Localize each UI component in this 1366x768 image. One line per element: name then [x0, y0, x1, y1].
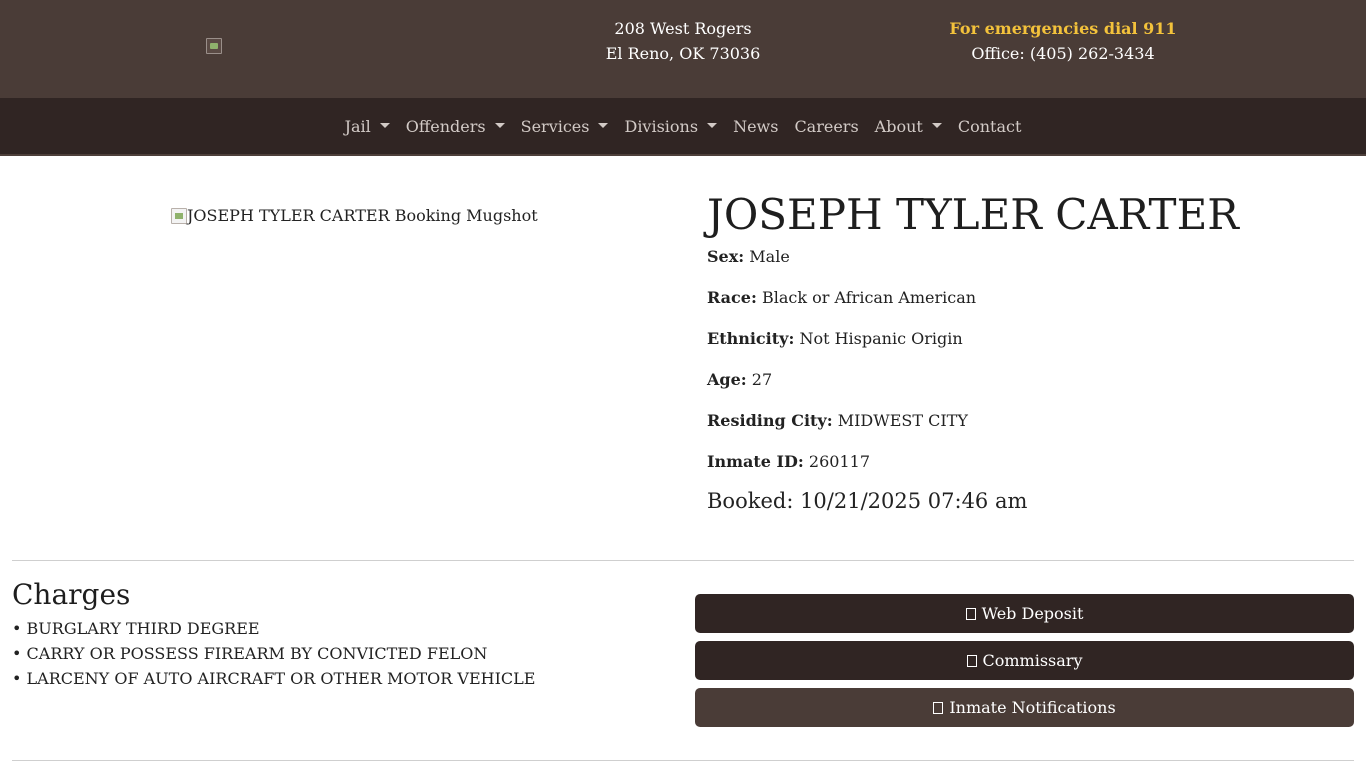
caret-down-icon [931, 122, 942, 128]
field-ethnicity: Ethnicity: Not Hispanic Origin [707, 329, 1347, 349]
nav-label: Jail [344, 116, 371, 136]
emergency-text: For emergencies dial 911 [949, 19, 1177, 38]
address-line2: El Reno, OK 73036 [605, 44, 761, 63]
address-block: 208 West Rogers El Reno, OK 73036 [540, 16, 826, 66]
button-label: Web Deposit [981, 604, 1084, 623]
main-nav: Jail Offenders Services Divisions News C… [0, 98, 1366, 156]
missing-glyph-icon [933, 701, 944, 714]
web-deposit-button[interactable]: Web Deposit [695, 594, 1354, 633]
mugshot-image: JOSEPH TYLER CARTER Booking Mugshot [171, 206, 538, 225]
field-value: Not Hispanic Origin [799, 329, 963, 348]
missing-glyph-icon [966, 654, 977, 667]
inmate-notifications-button[interactable]: Inmate Notifications [695, 688, 1354, 727]
nav-item-careers[interactable]: Careers [786, 117, 866, 136]
nav-label: Offenders [405, 116, 486, 136]
charge-item: • CARRY OR POSSESS FIREARM BY CONVICTED … [12, 644, 488, 663]
charge-item: • LARCENY OF AUTO AIRCRAFT OR OTHER MOTO… [12, 669, 536, 688]
field-value: Male [749, 247, 790, 266]
missing-glyph-icon [965, 607, 976, 620]
field-value: MIDWEST CITY [837, 411, 968, 430]
field-residing-city: Residing City: MIDWEST CITY [707, 411, 1347, 431]
charges-section: Charges • BURGLARY THIRD DEGREE • CARRY … [12, 578, 652, 691]
field-value: Black or African American [761, 288, 977, 307]
section-divider [12, 760, 1354, 761]
field-label: Ethnicity: [707, 329, 795, 348]
field-value: 260117 [808, 452, 870, 471]
caret-down-icon [379, 122, 390, 128]
inmate-name: JOSEPH TYLER CARTER [707, 190, 1239, 239]
button-label: Inmate Notifications [949, 698, 1116, 717]
charges-heading: Charges [12, 578, 131, 611]
charges-list: • BURGLARY THIRD DEGREE • CARRY OR POSSE… [12, 616, 652, 691]
field-sex: Sex: Male [707, 247, 1347, 267]
button-label: Commissary [982, 651, 1083, 670]
site-header: 208 West Rogers El Reno, OK 73036 For em… [0, 0, 1366, 98]
field-age: Age: 27 [707, 370, 1347, 390]
commissary-button[interactable]: Commissary [695, 641, 1354, 680]
broken-image-icon [171, 207, 187, 224]
nav-label: About [874, 116, 923, 136]
nav-item-divisions[interactable]: Divisions [616, 117, 725, 136]
field-inmate-id: Inmate ID: 260117 [707, 452, 1347, 472]
caret-down-icon [598, 122, 609, 128]
nav-item-about[interactable]: About [867, 117, 950, 136]
contact-block: For emergencies dial 911 Office: (405) 2… [920, 16, 1206, 66]
field-race: Race: Black or African American [707, 288, 1347, 308]
nav-label: Divisions [624, 116, 699, 136]
nav-label: News [733, 116, 779, 136]
nav-item-news[interactable]: News [725, 117, 786, 136]
booked-datetime: Booked: 10/21/2025 07:46 am [707, 489, 1028, 513]
nav-label: Services [520, 116, 590, 136]
nav-item-offenders[interactable]: Offenders [398, 117, 513, 136]
address-line1: 208 West Rogers [614, 19, 752, 38]
nav-item-services[interactable]: Services [513, 117, 617, 136]
inmate-profile: JOSEPH TYLER CARTER Sex: Male Race: Blac… [707, 190, 1347, 514]
field-label: Sex: [707, 247, 745, 266]
field-label: Age: [707, 370, 747, 389]
charge-item: • BURGLARY THIRD DEGREE [12, 619, 260, 638]
action-buttons: Web Deposit Commissary Inmate Notificati… [695, 594, 1354, 735]
caret-down-icon [707, 122, 718, 128]
mugshot-alt-text: JOSEPH TYLER CARTER Booking Mugshot [187, 206, 538, 225]
field-label: Residing City: [707, 411, 833, 430]
field-label: Race: [707, 288, 757, 307]
office-phone[interactable]: Office: (405) 262-3434 [920, 41, 1206, 66]
nav-item-jail[interactable]: Jail [337, 117, 398, 136]
field-value: 27 [751, 370, 773, 389]
field-label: Inmate ID: [707, 452, 804, 471]
section-divider [12, 560, 1354, 561]
nav-label: Contact [957, 116, 1022, 136]
broken-image-icon[interactable] [206, 38, 222, 54]
caret-down-icon [494, 122, 505, 128]
nav-label: Careers [794, 116, 859, 136]
nav-item-contact[interactable]: Contact [950, 117, 1030, 136]
